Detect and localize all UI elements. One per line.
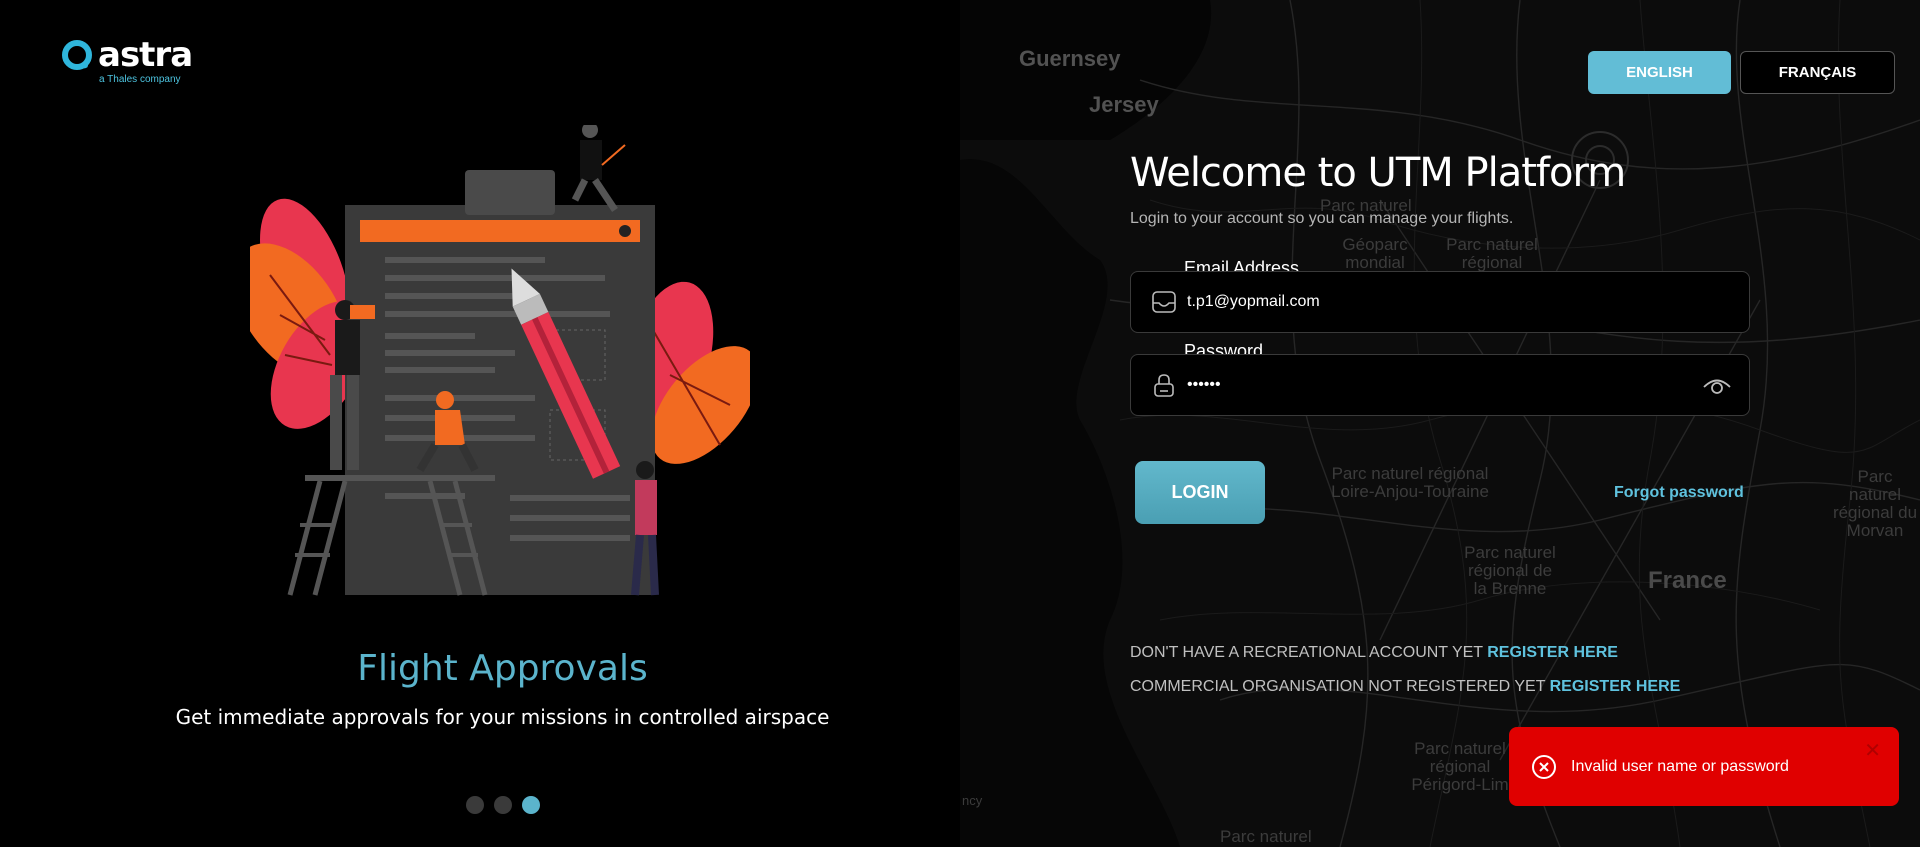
register-commercial-link[interactable]: REGISTER HERE [1550, 678, 1681, 695]
map-label-perigord: Parc naturel régional Périgord-Lim [1411, 739, 1509, 794]
map-label-parc-regional: Parc naturel régional [1446, 235, 1538, 272]
flight-approvals-illustration [250, 125, 750, 596]
error-toast: Invalid user name or password ✕ [1509, 727, 1899, 806]
email-field[interactable] [1130, 271, 1750, 333]
language-english-button[interactable]: ENGLISH [1588, 51, 1731, 94]
astra-logo-icon [62, 40, 92, 70]
login-header: Welcome to UTM Platform Login to your ac… [1130, 150, 1750, 228]
page-subtitle: Login to your account so you can manage … [1130, 210, 1514, 227]
astra-logo: astra a Thales company [62, 35, 193, 85]
map-label-loire: Parc naturel régional Loire-Anjou-Tourai… [1331, 464, 1489, 501]
forgot-password-link[interactable]: Forgot password [1614, 484, 1744, 502]
carousel-dot-3[interactable] [522, 796, 540, 814]
inbox-icon [1152, 291, 1176, 313]
brand-name: astra [98, 35, 193, 75]
carousel-dot-1[interactable] [466, 796, 484, 814]
password-field[interactable] [1130, 354, 1750, 416]
carousel-title: Flight Approvals [357, 648, 648, 689]
left-panel: astra a Thales company Flight Approvals … [0, 0, 960, 847]
map-label-edge: ncy [962, 793, 983, 808]
map-label-jersey: Jersey [1089, 92, 1159, 117]
password-input[interactable] [1187, 376, 1701, 394]
close-toast-icon[interactable]: ✕ [1864, 741, 1881, 761]
register-recreational-text: DON'T HAVE A RECREATIONAL ACCOUNT YET [1130, 644, 1483, 661]
map-label-geoparc: Géoparc mondial [1342, 235, 1408, 272]
map-label-guernsey: Guernsey [1019, 46, 1121, 71]
map-label-france: France [1648, 567, 1727, 594]
language-french-button[interactable]: FRANÇAIS [1740, 51, 1895, 94]
register-commercial: COMMERCIAL ORGANISATION NOT REGISTERED Y… [1130, 678, 1680, 696]
map-label-morvan: Parc naturel régional du Morvan [1832, 467, 1918, 540]
page-title: Welcome to UTM Platform [1130, 150, 1626, 196]
lock-icon [1154, 374, 1174, 397]
show-password-eye-icon[interactable] [1701, 374, 1733, 396]
carousel-subtitle: Get immediate approvals for your mission… [175, 705, 830, 729]
map-roads [960, 0, 1920, 847]
login-page: astra a Thales company Flight Approvals … [0, 0, 1920, 847]
login-button[interactable]: LOGIN [1135, 461, 1265, 524]
brand-tagline: a Thales company [99, 74, 181, 85]
register-commercial-text: COMMERCIAL ORGANISATION NOT REGISTERED Y… [1130, 678, 1546, 695]
carousel-dot-2[interactable] [494, 796, 512, 814]
map-label-parc-bottom: Parc naturel [1220, 827, 1312, 846]
map-background: Guernsey Jersey Parc naturel Géoparc mon… [960, 0, 1920, 847]
register-recreational-link[interactable]: REGISTER HERE [1487, 644, 1618, 661]
carousel-dots [466, 796, 540, 814]
map-label-brenne: Parc naturel régional de la Brenne [1464, 543, 1556, 598]
register-recreational: DON'T HAVE A RECREATIONAL ACCOUNT YET RE… [1130, 644, 1618, 662]
error-circle-icon [1532, 754, 1556, 779]
error-message: Invalid user name or password [1571, 757, 1789, 775]
email-input[interactable] [1187, 293, 1749, 311]
person-on-top [571, 125, 626, 212]
